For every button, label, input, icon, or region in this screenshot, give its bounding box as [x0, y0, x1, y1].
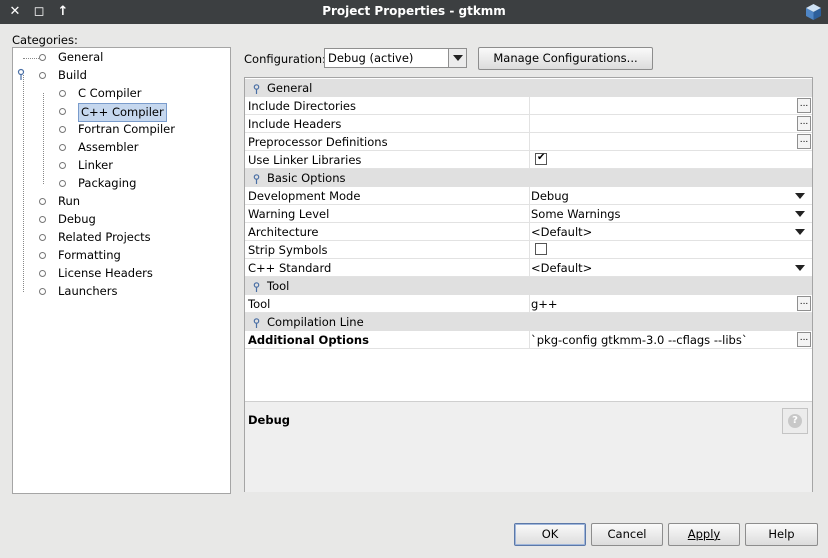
ellipsis-button[interactable]: ...	[797, 116, 811, 131]
expand-handle-icon[interactable]	[17, 68, 25, 85]
node-bullet-icon	[59, 180, 66, 187]
ellipsis-button[interactable]: ...	[797, 98, 811, 113]
property-sheet: General Include Directories... Include H…	[244, 77, 813, 492]
prop-strip-symbols[interactable]: Strip Symbols	[245, 241, 812, 259]
ellipsis-button[interactable]: ...	[797, 296, 811, 311]
cancel-button[interactable]: Cancel	[591, 523, 663, 546]
node-bullet-icon	[39, 216, 46, 223]
node-bullet-icon	[59, 108, 66, 115]
node-bullet-icon	[39, 54, 46, 61]
section-general[interactable]: General	[245, 79, 812, 97]
chevron-down-icon[interactable]	[795, 265, 805, 271]
use-linker-libraries-checkbox[interactable]: ✔	[535, 152, 547, 165]
prop-preprocessor-definitions[interactable]: Preprocessor Definitions...	[245, 133, 812, 151]
description-title: Debug	[248, 413, 290, 427]
ellipsis-button[interactable]: ...	[797, 134, 811, 149]
strip-symbols-checkbox[interactable]	[535, 243, 547, 255]
pin-icon	[253, 84, 260, 94]
manage-configurations-button[interactable]: Manage Configurations...	[478, 47, 653, 70]
configuration-label: Configuration:	[244, 52, 326, 66]
ellipsis-button[interactable]: ...	[797, 332, 811, 347]
categories-label: Categories:	[12, 33, 78, 47]
prop-development-mode[interactable]: Development Mode Debug	[245, 187, 812, 205]
prop-architecture[interactable]: Architecture <Default>	[245, 223, 812, 241]
prop-warning-level[interactable]: Warning Level Some Warnings	[245, 205, 812, 223]
netbeans-cube-icon	[806, 4, 821, 20]
node-bullet-icon	[39, 288, 46, 295]
apply-button[interactable]: Apply	[668, 523, 740, 546]
node-bullet-icon	[59, 126, 66, 133]
configuration-value: Debug (active)	[328, 51, 414, 65]
chevron-down-icon[interactable]	[795, 229, 805, 235]
help-icon[interactable]: ?	[782, 408, 808, 434]
node-bullet-icon	[39, 252, 46, 259]
help-button[interactable]: Help	[745, 523, 818, 546]
section-compilation-line[interactable]: Compilation Line	[245, 313, 812, 331]
description-area: Debug ?	[245, 401, 812, 492]
prop-tool[interactable]: Tool g++...	[245, 295, 812, 313]
prop-include-directories[interactable]: Include Directories...	[245, 97, 812, 115]
node-bullet-icon	[39, 72, 46, 79]
chevron-down-icon[interactable]	[795, 193, 805, 199]
chevron-down-icon[interactable]	[448, 49, 466, 67]
configuration-select[interactable]: Debug (active)	[324, 48, 467, 68]
node-bullet-icon	[59, 90, 66, 97]
title-bar: ✕ ◻ ↑ Project Properties - gtkmm	[0, 0, 828, 24]
node-bullet-icon	[59, 162, 66, 169]
node-bullet-icon	[39, 270, 46, 277]
node-bullet-icon	[39, 234, 46, 241]
prop-use-linker-libraries[interactable]: Use Linker Libraries ✔	[245, 151, 812, 169]
section-tool[interactable]: Tool	[245, 277, 812, 295]
pin-icon	[253, 282, 260, 292]
pin-icon	[253, 318, 260, 328]
categories-tree: General Build C Compiler C++ Compiler Fo…	[12, 47, 231, 494]
chevron-down-icon[interactable]	[795, 211, 805, 217]
section-basic-options[interactable]: Basic Options	[245, 169, 812, 187]
ok-button[interactable]: OK	[514, 523, 586, 546]
node-bullet-icon	[59, 144, 66, 151]
pin-icon	[253, 174, 260, 184]
prop-cpp-standard[interactable]: C++ Standard <Default>	[245, 259, 812, 277]
node-bullet-icon	[39, 198, 46, 205]
window-title: Project Properties - gtkmm	[322, 4, 506, 18]
prop-additional-options[interactable]: Additional Options `pkg-config gtkmm-3.0 …	[245, 331, 812, 349]
prop-include-headers[interactable]: Include Headers...	[245, 115, 812, 133]
